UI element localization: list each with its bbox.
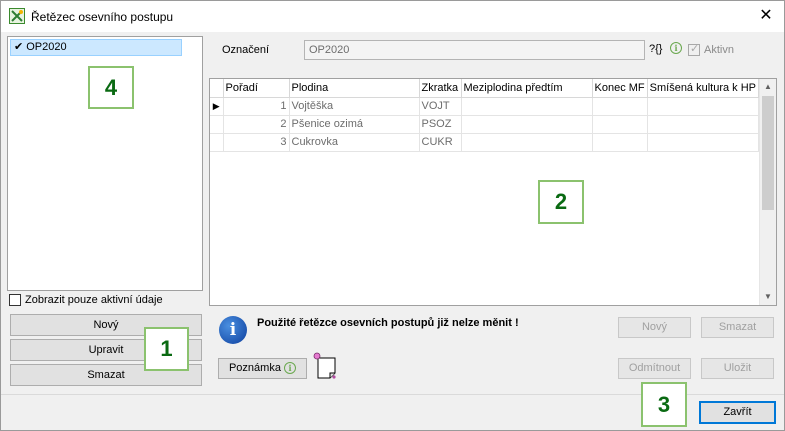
table-row[interactable]: ▶ 1 Vojtěška VOJT — [210, 97, 760, 116]
crop-grid[interactable]: Pořadí Plodina Zkratka Meziplodina předt… — [209, 78, 777, 306]
end-mf-cell[interactable] — [592, 133, 648, 152]
delete-row-button[interactable]: Smazat — [701, 317, 774, 338]
active-checkbox-box — [688, 42, 700, 57]
save-button[interactable]: Uložit — [701, 358, 774, 379]
scrollbar-thumb[interactable] — [762, 96, 774, 210]
column-header[interactable]: Pořadí — [223, 79, 290, 98]
app-icon — [9, 8, 25, 24]
scroll-down-icon[interactable]: ▼ — [760, 289, 776, 305]
reject-button[interactable]: Odmítnout — [618, 358, 691, 379]
show-active-only-label: Zobrazit pouze aktivní údaje — [25, 294, 163, 306]
mixed-culture-cell[interactable] — [647, 97, 760, 116]
abbr-cell[interactable]: CUKR — [419, 133, 462, 152]
catch-crop-cell[interactable] — [461, 97, 593, 116]
window-title: Řetězec osevního postupu — [31, 10, 174, 24]
catch-crop-cell[interactable] — [461, 115, 593, 134]
note-button[interactable]: Poznámka i — [218, 358, 307, 379]
column-header[interactable]: Plodina — [289, 79, 420, 98]
callout-1: 1 — [144, 327, 189, 371]
end-mf-cell[interactable] — [592, 115, 648, 134]
help-icon[interactable]: ?{} — [649, 43, 662, 55]
close-button[interactable]: Zavřít — [699, 401, 776, 424]
order-cell[interactable]: 3 — [223, 133, 290, 152]
column-header[interactable]: Zkratka — [419, 79, 462, 98]
new-row-button[interactable]: Nový — [618, 317, 691, 338]
end-mf-cell[interactable] — [592, 97, 648, 116]
scroll-up-icon[interactable]: ▲ — [760, 79, 776, 95]
dialog-window: Řetězec osevního postupu ✕ ✔ OP2020 Zobra… — [0, 0, 785, 431]
crop-cell[interactable]: Cukrovka — [289, 133, 420, 152]
list-item[interactable]: ✔ OP2020 — [10, 39, 182, 56]
column-header[interactable]: Konec MF — [592, 79, 648, 98]
active-checkbox: Aktivn — [688, 42, 734, 57]
info-message: Použité řetězce osevních postupů již nel… — [257, 317, 519, 329]
info-icon: i — [670, 42, 682, 55]
row-indicator — [210, 133, 224, 152]
list-item-label: OP2020 — [26, 41, 67, 53]
abbr-cell[interactable]: PSOZ — [419, 115, 462, 134]
crop-cell[interactable]: Pšenice ozimá — [289, 115, 420, 134]
table-row[interactable]: 3 Cukrovka CUKR — [210, 133, 760, 152]
callout-2: 2 — [538, 180, 584, 224]
designation-label: Označení — [222, 44, 270, 56]
show-active-only-checkbox[interactable]: Zobrazit pouze aktivní údaje — [9, 294, 163, 310]
checkbox-box[interactable] — [9, 294, 21, 307]
note-button-label: Poznámka — [228, 362, 281, 374]
order-cell[interactable]: 1 — [223, 97, 290, 116]
mixed-culture-cell[interactable] — [647, 133, 760, 152]
abbr-cell[interactable]: VOJT — [419, 97, 462, 116]
designation-input[interactable]: OP2020 — [304, 40, 645, 60]
checkmark-icon: ✔ — [14, 41, 24, 53]
callout-3: 3 — [641, 382, 687, 427]
column-header[interactable]: Meziplodina předtím — [461, 79, 593, 98]
active-label: Aktivn — [704, 44, 734, 56]
crop-cell[interactable]: Vojtěška — [289, 97, 420, 116]
title-bar: Řetězec osevního postupu ✕ — [1, 1, 784, 32]
sticky-note-icon[interactable] — [313, 352, 339, 380]
grid-vertical-scrollbar[interactable]: ▲ ▼ — [759, 79, 776, 305]
callout-4: 4 — [88, 66, 134, 109]
catch-crop-cell[interactable] — [461, 133, 593, 152]
row-indicator — [210, 115, 224, 134]
row-indicator-header — [210, 79, 224, 98]
note-info-icon: i — [284, 362, 297, 375]
current-row-indicator: ▶ — [210, 97, 224, 116]
column-header[interactable]: Smíšená kultura k HP — [647, 79, 760, 98]
info-message-icon: i — [219, 316, 247, 344]
table-row[interactable]: 2 Pšenice ozimá PSOZ — [210, 115, 760, 134]
mixed-culture-cell[interactable] — [647, 115, 760, 134]
order-cell[interactable]: 2 — [223, 115, 290, 134]
close-window-icon[interactable]: ✕ — [756, 6, 776, 26]
